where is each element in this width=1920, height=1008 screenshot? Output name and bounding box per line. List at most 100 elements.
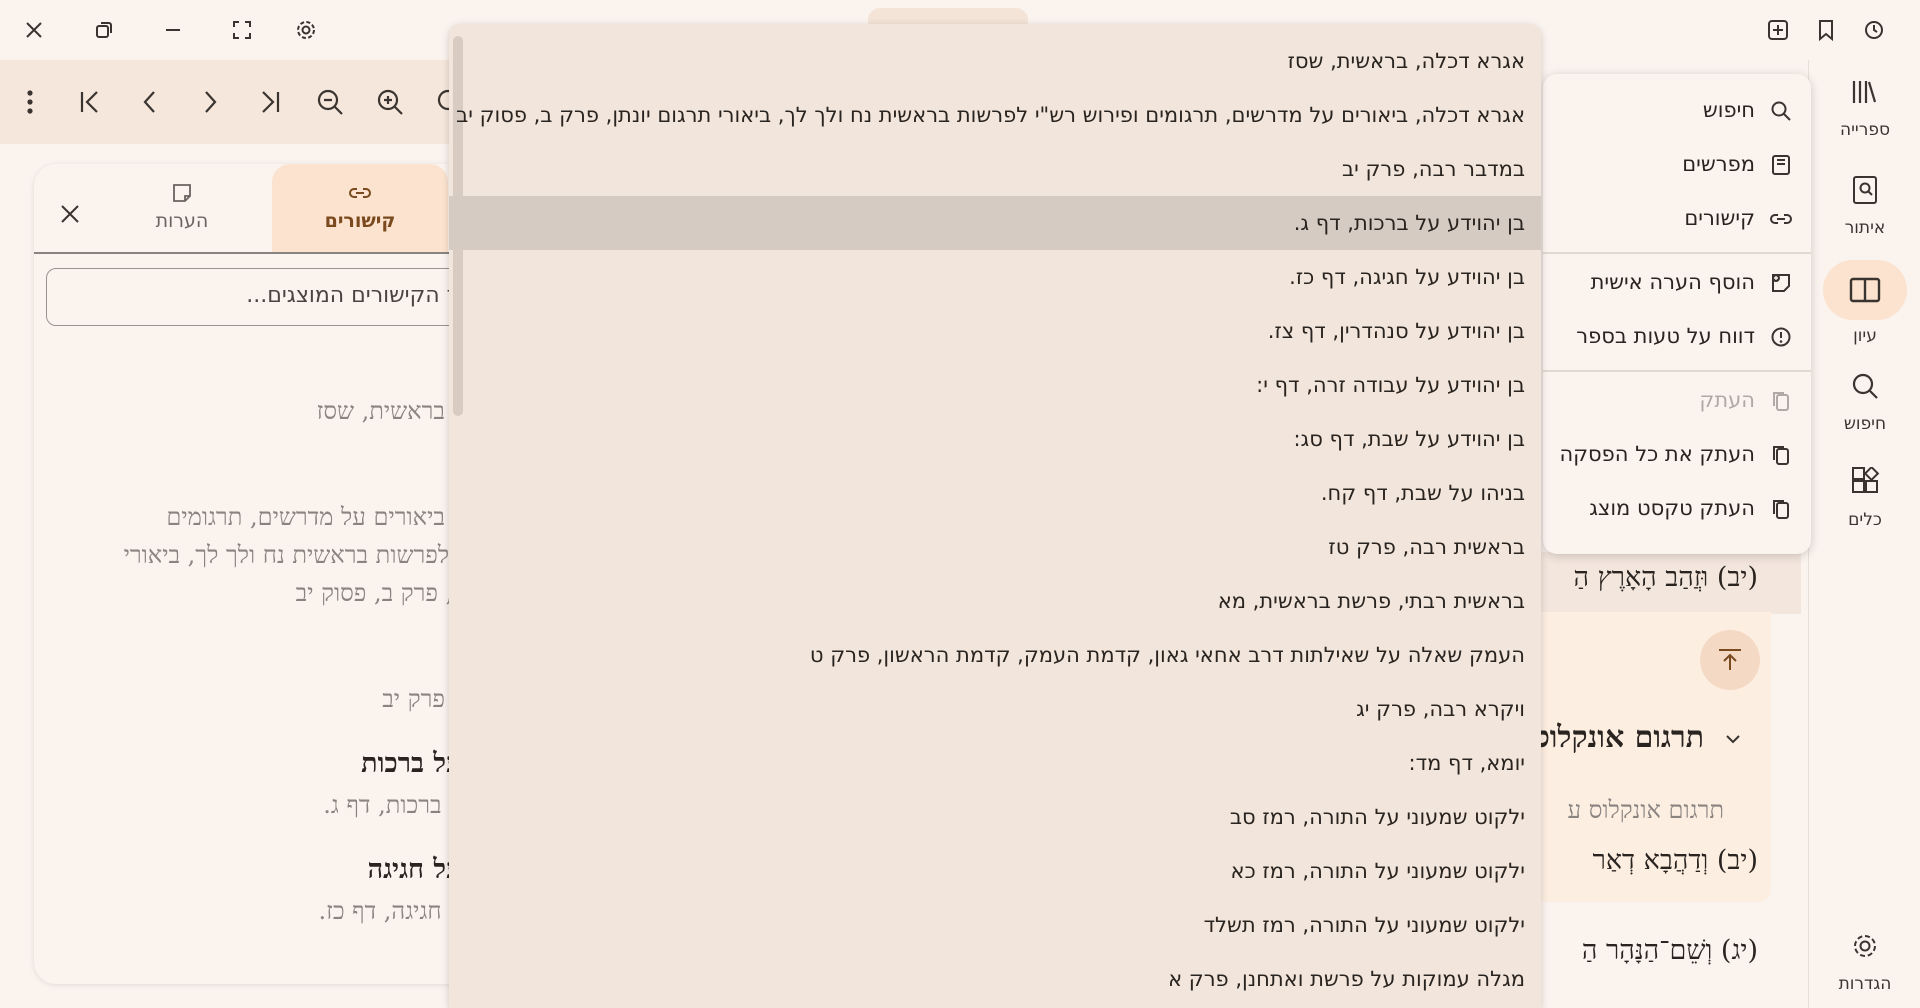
side-panel: הערות קישורים ר הקישורים המוצגים... לה ה… — [34, 164, 474, 984]
rail-item-tools[interactable]: כלים — [1809, 460, 1920, 530]
close-panel-button[interactable] — [50, 194, 90, 234]
search-icon — [1850, 371, 1880, 401]
dropdown-item[interactable]: מגלה עמוקות על פרשת ואתחנן, פרק א — [449, 952, 1541, 1006]
menu-item-copy-paragraph[interactable]: העתק את כל הפסקה — [1543, 428, 1811, 482]
dropdown-item[interactable]: בן יהוידע על עבודה זרה, דף י: — [449, 358, 1541, 412]
tools-icon — [1850, 467, 1880, 497]
commentary-verse: (יב) וְדַהֲבָא דְאַר — [1592, 845, 1758, 876]
zoom-in-button[interactable] — [370, 82, 410, 122]
navigation-rail: ספרייה איתור עיון חיפוש כלים הגדרות — [1808, 60, 1920, 1008]
dropdown-item[interactable]: ילקוט שמעוני על התורה, רמז סב — [449, 790, 1541, 844]
verse-13[interactable]: (יג) וְשֵׁם־הַנָּהָר הַ — [1582, 935, 1758, 966]
rail-item-study[interactable]: עיון — [1809, 260, 1920, 346]
tab-notes[interactable]: הערות — [94, 164, 270, 252]
dropdown-item-label: בן יהוידע על סנהדרין, דף צז. — [1267, 319, 1525, 343]
menu-item-copy-visible[interactable]: העתק טקסט מוצג — [1543, 482, 1811, 536]
dropdown-item-label: מגלה עמוקות על פרשת ואתחנן, פרק א — [1168, 967, 1525, 991]
dropdown-item[interactable]: ילקוט שמעוני על התורה, רמז תשלד — [449, 898, 1541, 952]
commentary-title: תרגום אונקלוס — [1532, 720, 1704, 755]
reader-toolbar — [0, 60, 463, 144]
zoom-out-button[interactable] — [310, 82, 350, 122]
link-result-2[interactable]: לה ה, ביאורים על מדרשים, תרגומים "י לפרש… — [54, 460, 474, 612]
close-window-button[interactable] — [14, 10, 54, 50]
link-result-5[interactable]: ע על חגיגה על חגיגה, דף כז. — [54, 854, 475, 930]
tabs-divider — [34, 252, 474, 254]
menu-item-add-note[interactable]: הוסף הערה אישית — [1543, 256, 1811, 310]
menu-item-label: העתק את כל הפסקה — [1559, 442, 1755, 466]
menu-item-commentaries[interactable]: מפרשים — [1543, 138, 1811, 192]
dropdown-item-label: במדבר רבה, פרק יב — [1342, 157, 1525, 181]
settings-button[interactable] — [286, 10, 326, 50]
dropdown-item[interactable]: בן יהוידע על שבת, דף סג: — [449, 412, 1541, 466]
link-result-line: תן, פרק ב, פסוק יב — [295, 579, 474, 607]
menu-separator — [1543, 252, 1811, 254]
dropdown-item[interactable]: אגרא דכלה, ביאורים על מדרשים, תרגומים ופ… — [449, 88, 1541, 142]
dropdown-item-label: אגרא דכלה, בראשית, שסז — [1287, 49, 1525, 73]
first-page-button[interactable] — [70, 82, 110, 122]
dropdown-item[interactable]: בניהו על שבת, דף קח. — [449, 466, 1541, 520]
menu-item-copy[interactable]: העתק — [1543, 374, 1811, 428]
link-result-line: ה, פרק יב — [382, 685, 474, 713]
verse-12[interactable]: (יב) וּזֲהַב הָאָרֶץ הַ — [1574, 562, 1758, 593]
book-open-icon — [1848, 275, 1882, 305]
rail-item-locate[interactable]: איתור — [1809, 168, 1920, 238]
rail-label: איתור — [1844, 218, 1886, 238]
link-result-title: לה — [54, 354, 474, 392]
rail-item-settings[interactable]: הגדרות — [1809, 924, 1920, 994]
dropdown-item[interactable]: במדבר רבה, פרק יב — [449, 142, 1541, 196]
library-icon — [1850, 77, 1880, 107]
dropdown-item[interactable]: ילקוט שמעוני על התורה, רמז כא — [449, 844, 1541, 898]
dropdown-item[interactable]: בן יהוידע על חגיגה, דף כז. — [449, 250, 1541, 304]
links-filter-input[interactable]: ר הקישורים המוצגים... — [46, 268, 468, 326]
tab-links[interactable]: קישורים — [272, 164, 448, 252]
more-options-button[interactable] — [10, 82, 50, 122]
link-result-title: לה — [54, 460, 474, 498]
menu-item-links[interactable]: קישורים — [1543, 192, 1811, 246]
previous-button[interactable] — [130, 82, 170, 122]
chevron-down-icon[interactable] — [1722, 728, 1744, 750]
dropdown-item[interactable]: העמק שאלה על שאילתות דרב אחאי גאון, קדמת… — [449, 628, 1541, 682]
dropdown-item-label: בניהו על שבת, דף קח. — [1320, 481, 1525, 505]
fullscreen-button[interactable] — [222, 10, 262, 50]
next-button[interactable] — [190, 82, 230, 122]
link-result-1[interactable]: לה ה, בראשית, שסז — [54, 354, 474, 430]
dropdown-item-label: בן יהוידע על ברכות, דף ג. — [1293, 211, 1525, 235]
restore-window-button[interactable] — [84, 10, 124, 50]
menu-item-label: העתק — [1699, 388, 1755, 412]
dropdown-item[interactable]: בראשית רבתי, פרשת בראשית, מא — [449, 574, 1541, 628]
add-note-icon — [1769, 271, 1793, 295]
dropdown-item-label: יומא, דף מד: — [1408, 751, 1525, 775]
new-tab-button[interactable] — [1758, 10, 1798, 50]
dropdown-item-label: ילקוט שמעוני על התורה, רמז תשלד — [1203, 913, 1525, 937]
menu-item-search[interactable]: חיפוש — [1543, 84, 1811, 138]
more-vert-icon — [26, 89, 34, 115]
history-button[interactable] — [1854, 10, 1894, 50]
menu-item-label: הוסף הערה אישית — [1590, 270, 1755, 294]
dropdown-item[interactable]: בראשית רבה, פרק טז — [449, 520, 1541, 574]
link-result-4[interactable]: ע על ברכות על ברכות, דף ג. — [54, 748, 474, 824]
scroll-top-button[interactable] — [1700, 630, 1760, 690]
rail-item-library[interactable]: ספרייה — [1809, 70, 1920, 140]
first-page-icon — [77, 89, 103, 115]
minimize-window-button[interactable] — [153, 10, 193, 50]
dropdown-item[interactable]: ויקרא רבה, פרק יג — [449, 682, 1541, 736]
bookmark-button[interactable] — [1806, 10, 1846, 50]
menu-item-report-error[interactable]: דווח על טעות בספר — [1543, 310, 1811, 364]
last-page-button[interactable] — [250, 82, 290, 122]
link-result-3[interactable]: בה ה, פרק יב — [54, 642, 474, 718]
dropdown-item-highlighted[interactable]: בן יהוידע על ברכות, דף ג. — [449, 196, 1541, 250]
dropdown-item[interactable]: אגרא דכלה, בראשית, שסז — [449, 34, 1541, 88]
dropdown-item-label: העמק שאלה על שאילתות דרב אחאי גאון, קדמת… — [809, 643, 1525, 667]
dropdown-item[interactable]: בן יהוידע על סנהדרין, דף צז. — [449, 304, 1541, 358]
minimize-icon — [164, 21, 182, 39]
dropdown-item[interactable]: יומא, דף מד: — [449, 736, 1541, 790]
zoom-out-icon — [316, 88, 344, 116]
link-result-line: "י לפרשות בראשית נח ולך לך, ביאורי — [123, 541, 474, 569]
dropdown-item-label: בן יהוידע על חגיגה, דף כז. — [1289, 265, 1525, 289]
zoom-in-icon — [376, 88, 404, 116]
menu-separator — [1543, 370, 1811, 372]
note-icon — [171, 182, 193, 204]
rail-item-search[interactable]: חיפוש — [1809, 364, 1920, 434]
search-icon — [1769, 99, 1793, 123]
rail-label: חיפוש — [1843, 414, 1887, 434]
